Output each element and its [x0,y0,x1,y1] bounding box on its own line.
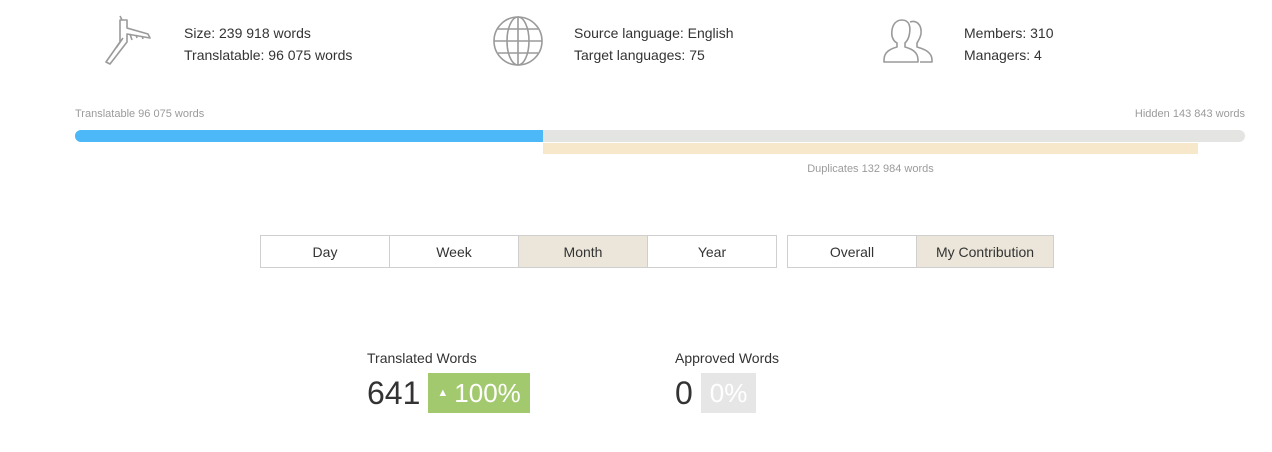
scope-selector: Overall My Contribution [787,235,1054,268]
translatable-text: Translatable: 96 075 words [184,47,353,63]
duplicates-label: Duplicates 132 984 words [807,163,934,175]
change-percent: 0% [709,377,748,408]
calipers-icon [100,14,156,70]
tab-year[interactable]: Year [648,235,777,268]
metric-label: Approved Words [675,350,780,366]
metric-value: 641 [367,375,421,411]
tab-week[interactable]: Week [390,235,519,268]
arrow-up-icon: ▲ [437,387,449,399]
change-percent: 100% [454,377,521,408]
globe-icon [490,14,546,70]
period-selector: Day Week Month Year [260,235,777,268]
tab-month[interactable]: Month [519,235,648,268]
tab-my-contribution[interactable]: My Contribution [917,235,1054,268]
size-text: Size: 239 918 words [184,25,311,41]
hidden-words-label: Hidden 143 843 words [1134,108,1245,120]
source-language-text: Source language: English [574,25,734,41]
change-badge: ▲ 100% [428,373,530,413]
duplicates-bar [543,143,1198,154]
target-languages-text: Target languages: 75 [574,47,705,63]
change-badge: 0% [700,373,757,413]
tab-overall[interactable]: Overall [787,235,917,268]
progress-bar [75,130,1245,142]
metric-value: 0 [675,375,693,411]
tab-day[interactable]: Day [260,235,390,268]
metric-approved-words: Approved Words 0 0% [675,350,779,413]
managers-count-text: Managers: 4 [964,47,1042,63]
metric-label: Translated Words [367,350,477,366]
users-icon [880,14,936,70]
translatable-words-label: Translatable 96 075 words [75,108,205,120]
members-count-text: Members: 310 [964,25,1054,41]
progress-bar-fill [75,130,543,142]
metric-translated-words: Translated Words 641 ▲ 100% [367,350,530,413]
